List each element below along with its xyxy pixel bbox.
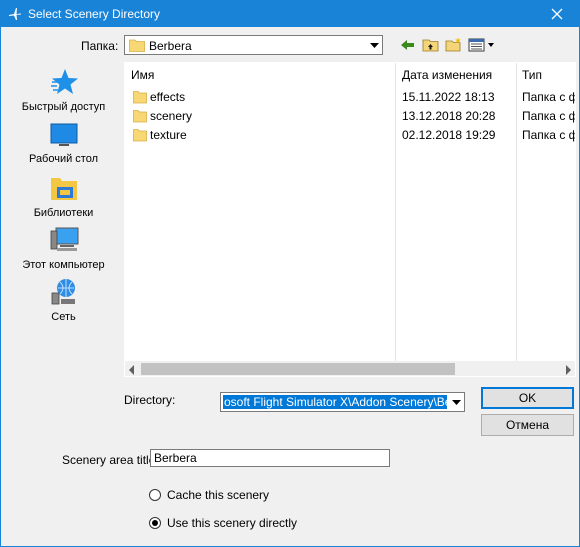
file-name: effects: [150, 90, 186, 104]
scroll-left-icon[interactable]: [129, 364, 135, 376]
column-header-name[interactable]: Имя: [125, 63, 395, 87]
column-header-date[interactable]: Дата изменения: [396, 63, 516, 87]
place-quick-access[interactable]: Быстрый доступ: [11, 67, 116, 117]
view-menu-icon[interactable]: [468, 37, 496, 53]
file-date: 13.12.2018 20:28: [402, 109, 496, 123]
airplane-icon: [7, 6, 23, 22]
directory-dropdown-arrow[interactable]: [448, 394, 463, 410]
star-icon: [50, 69, 78, 94]
file-type: Папка с ф: [522, 109, 576, 123]
cache-scenery-label[interactable]: Cache this scenery: [167, 488, 269, 502]
chevron-down-icon: [451, 399, 461, 405]
place-label: Библиотеки: [33, 207, 94, 219]
lookin-combo[interactable]: Berbera: [124, 35, 383, 55]
title-bar: Select Scenery Directory: [1, 1, 579, 27]
lookin-label: Папка:: [81, 39, 119, 53]
place-libraries[interactable]: Библиотеки: [11, 173, 116, 223]
computer-icon: [50, 227, 78, 251]
scroll-right-icon[interactable]: [565, 364, 571, 376]
new-folder-icon[interactable]: [445, 37, 463, 53]
scrollbar-thumb[interactable]: [141, 363, 455, 375]
close-icon: [551, 8, 563, 20]
file-name: texture: [150, 128, 187, 142]
place-desktop[interactable]: Рабочий стол: [11, 121, 116, 171]
table-row[interactable]: texture 02.12.2018 19:29 Папка с ф: [125, 126, 576, 145]
libraries-icon: [50, 178, 77, 200]
lookin-value: Berbera: [149, 39, 192, 53]
folder-icon: [129, 38, 145, 55]
lookin-dropdown-arrow[interactable]: [366, 37, 381, 53]
table-row[interactable]: effects 15.11.2022 18:13 Папка с ф: [125, 88, 576, 107]
title-field-label: Scenery area title:: [62, 453, 159, 467]
chevron-down-icon: [369, 42, 379, 48]
scenery-title-input[interactable]: Berbera: [150, 449, 390, 467]
window-title: Select Scenery Directory: [28, 7, 161, 21]
file-date: 15.11.2022 18:13: [402, 90, 495, 104]
ok-button[interactable]: OK: [481, 387, 574, 409]
horizontal-scrollbar[interactable]: [125, 361, 575, 376]
file-name: scenery: [150, 109, 193, 123]
folder-icon: [133, 109, 147, 123]
place-this-pc[interactable]: Этот компьютер: [11, 225, 116, 275]
place-label: Этот компьютер: [22, 259, 105, 271]
close-button[interactable]: [535, 1, 579, 27]
folder-icon: [133, 128, 147, 142]
file-type: Папка с ф: [522, 128, 576, 142]
column-header-type[interactable]: Тип: [516, 63, 575, 87]
directory-label: Directory:: [124, 393, 176, 407]
file-list[interactable]: Имя Дата изменения Тип effects 15.11.202…: [124, 62, 576, 377]
use-directly-label[interactable]: Use this scenery directly: [167, 516, 297, 530]
table-row[interactable]: scenery 13.12.2018 20:28 Папка с ф: [125, 107, 576, 126]
back-arrow-icon[interactable]: [399, 37, 417, 53]
place-label: Сеть: [51, 311, 76, 323]
cancel-button[interactable]: Отмена: [481, 414, 574, 436]
place-label: Рабочий стол: [28, 153, 99, 165]
places-bar: Быстрый доступ Рабочий стол Библиотеки Э…: [11, 61, 116, 341]
place-network[interactable]: Сеть: [11, 277, 116, 327]
up-folder-icon[interactable]: [422, 37, 440, 53]
network-icon: [51, 279, 75, 305]
dialog-window: Select Scenery Directory Папка: Berbera: [0, 0, 580, 547]
folder-icon: [133, 90, 147, 104]
file-type: Папка с ф: [522, 90, 576, 104]
file-date: 02.12.2018 19:29: [402, 128, 496, 142]
directory-value[interactable]: osoft Flight Simulator X\Addon Scenery\B…: [223, 395, 447, 409]
desktop-icon: [50, 123, 77, 146]
directory-combo[interactable]: osoft Flight Simulator X\Addon Scenery\B…: [220, 392, 465, 412]
use-directly-radio[interactable]: [149, 517, 161, 529]
place-label: Быстрый доступ: [21, 101, 106, 113]
cache-scenery-radio[interactable]: [149, 489, 161, 501]
